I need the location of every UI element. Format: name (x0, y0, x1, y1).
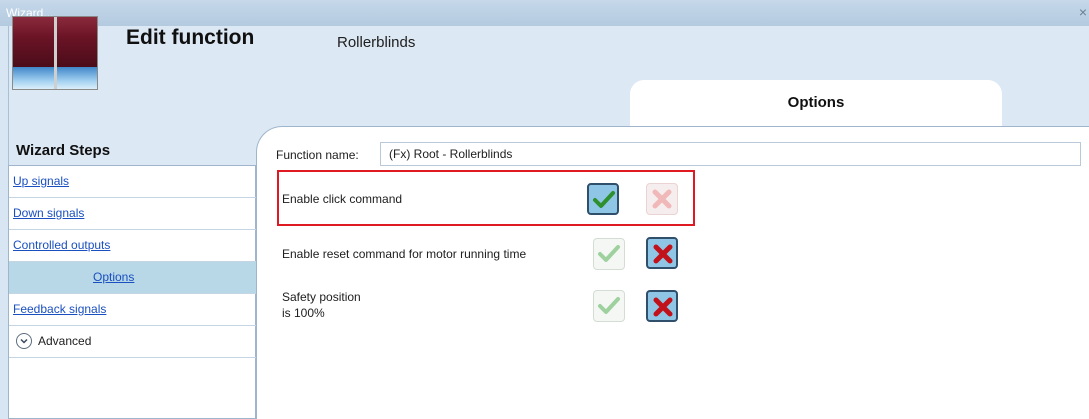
x-icon (653, 297, 673, 317)
check-icon (598, 297, 620, 314)
step-options[interactable]: Options (9, 262, 257, 294)
enable-click-no-button[interactable] (646, 183, 678, 215)
step-up-signals[interactable]: Up signals (9, 166, 257, 198)
option-label-safety-position-line2: is 100% (282, 306, 325, 320)
enable-reset-yes-button[interactable] (593, 238, 625, 270)
page-subtitle: Rollerblinds (337, 34, 416, 51)
tab-options-label: Options (787, 94, 845, 111)
close-icon[interactable]: × (1079, 4, 1087, 20)
safety-position-no-button[interactable] (646, 290, 678, 322)
function-name-label: Function name: (276, 148, 359, 162)
x-icon (652, 189, 672, 209)
x-icon (653, 244, 673, 264)
step-up-signals-link[interactable]: Up signals (13, 174, 69, 188)
page-title: Edit function (126, 26, 255, 49)
check-icon (593, 191, 615, 208)
step-feedback-signals-link[interactable]: Feedback signals (13, 302, 106, 316)
step-controlled-outputs-link[interactable]: Controlled outputs (13, 238, 110, 252)
wizard-steps-panel: Up signals Down signals Controlled outpu… (8, 165, 257, 419)
safety-position-yes-button[interactable] (593, 290, 625, 322)
enable-click-yes-button[interactable] (587, 183, 619, 215)
step-feedback-signals[interactable]: Feedback signals (9, 294, 257, 326)
step-options-link[interactable]: Options (93, 270, 134, 284)
advanced-label: Advanced (38, 334, 92, 348)
wizard-steps-title: Wizard Steps (16, 142, 111, 159)
chevron-down-icon[interactable] (16, 333, 32, 349)
rollerblinds-icon (12, 16, 98, 90)
option-label-click-command: Enable click command (282, 192, 403, 206)
option-label-reset-command: Enable reset command for motor running t… (282, 247, 527, 261)
enable-reset-no-button[interactable] (646, 237, 678, 269)
function-name-input[interactable] (380, 142, 1081, 166)
step-down-signals[interactable]: Down signals (9, 198, 257, 230)
step-controlled-outputs[interactable]: Controlled outputs (9, 230, 257, 262)
option-label-safety-position-line1: Safety position (282, 290, 361, 304)
check-icon (598, 245, 620, 262)
title-bar: Wizard... × (0, 0, 1089, 26)
step-down-signals-link[interactable]: Down signals (13, 206, 84, 220)
advanced-expander[interactable]: Advanced (9, 326, 257, 358)
tab-options[interactable]: Options (630, 80, 1002, 126)
